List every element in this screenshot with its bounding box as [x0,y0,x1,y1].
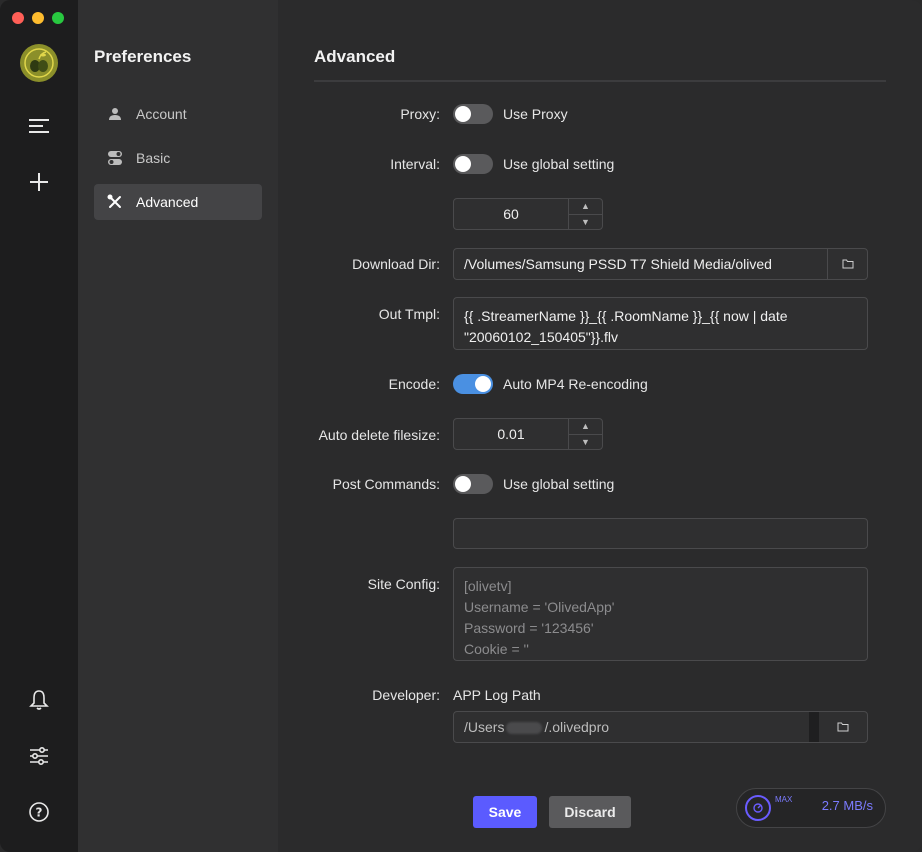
nav-item-label: Advanced [136,194,199,210]
toggle-knob [475,376,491,392]
toggle-icon [106,149,124,167]
speed-max-label: MAX [775,795,793,804]
config-line: Password = '123456' [464,620,594,636]
decrement-icon[interactable]: ▼ [569,435,602,450]
stepper-arrows: ▲ ▼ [568,419,602,449]
nav-item-label: Basic [136,150,171,166]
sliders-icon[interactable] [24,741,54,771]
config-line: Username = 'OlivedApp' [464,599,615,615]
preferences-window: ? Preferences Account Basic Advanced Adv… [0,0,922,852]
title-divider [314,80,886,82]
post-commands-toggle[interactable] [453,474,493,494]
folder-icon[interactable] [827,249,867,279]
interval-global-toggle[interactable] [453,154,493,174]
icon-rail: ? [0,0,78,852]
auto-delete-stepper[interactable]: 0.01 ▲ ▼ [453,418,603,450]
plus-icon[interactable] [24,167,54,197]
site-config-textarea[interactable]: [olivetv] Username = 'OlivedApp' Passwor… [453,567,868,661]
tools-icon [106,193,124,211]
preferences-nav: Preferences Account Basic Advanced [78,0,278,852]
encode-toggle[interactable] [453,374,493,394]
increment-icon[interactable]: ▲ [569,199,602,215]
interval-stepper[interactable]: 60 ▲ ▼ [453,198,603,230]
nav-item-account[interactable]: Account [94,96,262,132]
auto-delete-label: Auto delete filesize: [318,427,440,443]
window-controls [12,12,64,24]
toggle-knob [455,106,471,122]
olive-logo-icon [20,44,58,82]
log-path-value[interactable]: /Users /.olivedpro [454,719,809,735]
download-dir-label: Download Dir: [352,256,440,272]
maximize-window-button[interactable] [52,12,64,24]
nav-item-basic[interactable]: Basic [94,140,262,176]
encode-toggle-text: Auto MP4 Re-encoding [503,376,648,392]
proxy-label: Proxy: [400,106,440,122]
log-path-suffix: /.olivedpro [544,719,610,735]
page-title: Advanced [314,47,396,66]
minimize-window-button[interactable] [32,12,44,24]
field-separator [809,712,819,742]
discard-button[interactable]: Discard [549,796,631,828]
developer-label: Developer: [372,687,440,703]
menu-icon[interactable] [24,111,54,141]
out-tmpl-label: Out Tmpl: [378,306,440,322]
auto-delete-value[interactable]: 0.01 [454,419,568,449]
download-dir-field[interactable]: /Volumes/Samsung PSSD T7 Shield Media/ol… [453,248,868,280]
speedometer-icon [745,795,771,821]
interval-value[interactable]: 60 [454,199,568,229]
speed-value: 2.7 MB/s [821,798,873,813]
nav-item-advanced[interactable]: Advanced [94,184,262,220]
help-icon[interactable]: ? [24,797,54,827]
log-path-field[interactable]: /Users /.olivedpro [453,711,868,743]
log-path-prefix: /Users [464,719,505,735]
post-commands-input[interactable] [453,518,868,549]
bell-icon[interactable] [24,685,54,715]
app-log-path-label: APP Log Path [453,687,541,703]
advanced-settings-panel: Advanced Proxy: Use Proxy Interval: Use … [278,0,922,852]
close-window-button[interactable] [12,12,24,24]
redacted-username [506,722,543,735]
save-button[interactable]: Save [473,796,537,828]
download-dir-value[interactable]: /Volumes/Samsung PSSD T7 Shield Media/ol… [454,256,827,272]
toggle-knob [455,156,471,172]
increment-icon[interactable]: ▲ [569,419,602,435]
folder-icon[interactable] [819,712,867,742]
stepper-arrows: ▲ ▼ [568,199,602,229]
post-commands-toggle-text: Use global setting [503,476,615,492]
person-icon [106,105,124,123]
config-line: Cookie = '' [464,641,529,657]
download-speed-widget[interactable]: MAX 2.7 MB/s [736,788,886,828]
config-line: [olivetv] [464,578,512,594]
preferences-title: Preferences [94,47,192,66]
out-tmpl-field[interactable]: {{ .StreamerName }}_{{ .RoomName }}_{{ n… [453,297,868,350]
site-config-label: Site Config: [367,576,440,592]
post-commands-label: Post Commands: [332,476,440,492]
decrement-icon[interactable]: ▼ [569,215,602,230]
nav-item-label: Account [136,106,187,122]
interval-label: Interval: [390,156,440,172]
svg-text:?: ? [36,806,43,820]
toggle-knob [455,476,471,492]
interval-toggle-text: Use global setting [503,156,615,172]
proxy-toggle-text: Use Proxy [503,106,568,122]
proxy-toggle[interactable] [453,104,493,124]
encode-label: Encode: [388,376,440,392]
